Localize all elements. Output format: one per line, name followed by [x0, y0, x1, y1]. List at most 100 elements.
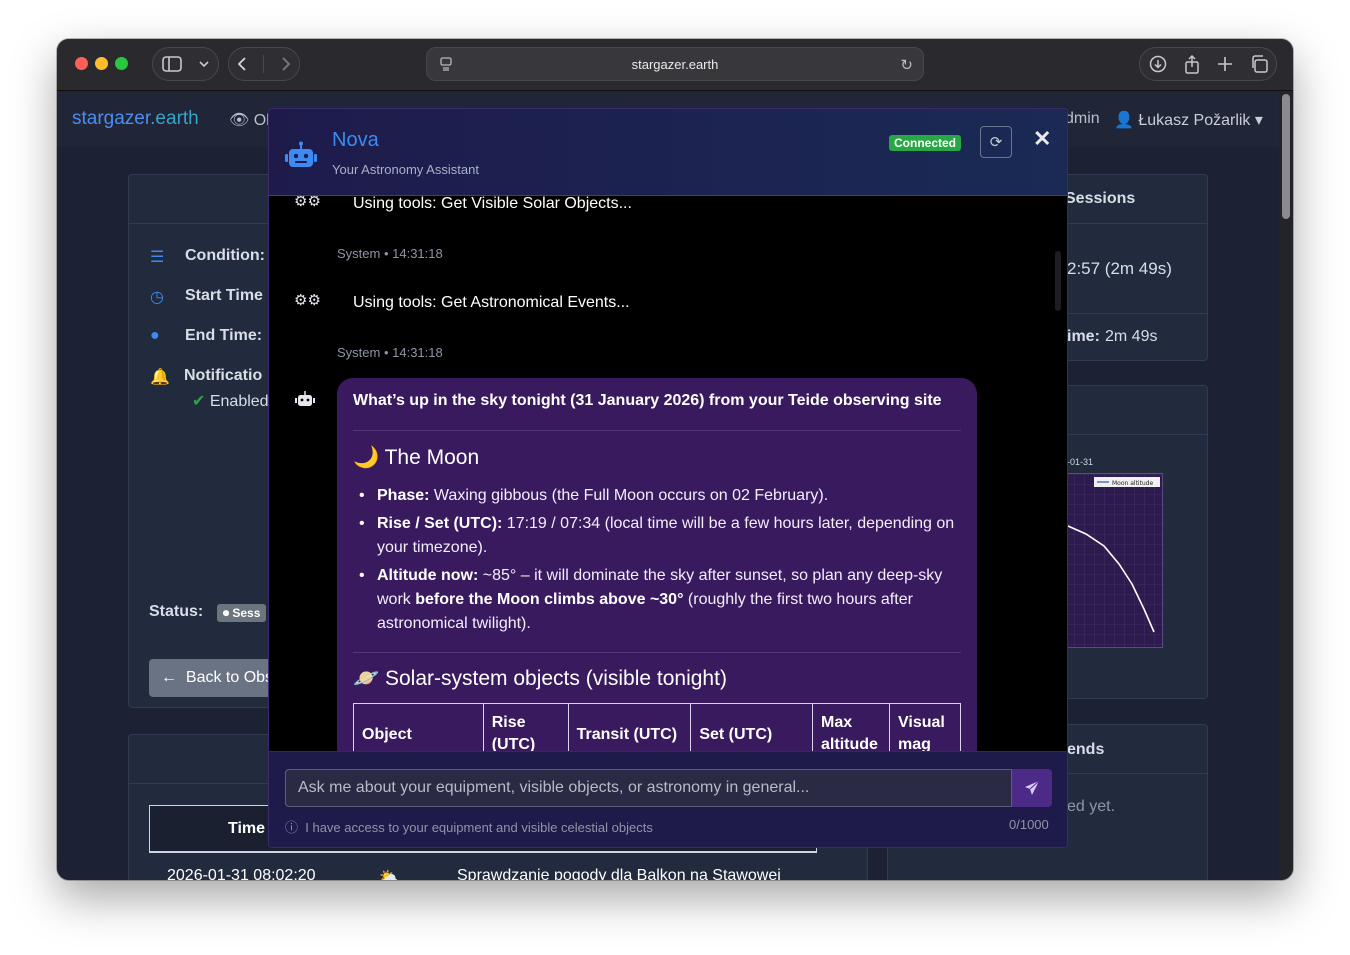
reply-divider	[353, 430, 961, 431]
user-icon: 👤	[1114, 112, 1134, 129]
caret-down-icon: ▾	[1254, 112, 1263, 129]
history-nav-group[interactable]	[228, 47, 300, 81]
tool-message-solar: Using tools: Get Visible Solar Objects..…	[353, 196, 632, 212]
chat-scroll-thumb[interactable]	[1055, 251, 1061, 311]
arrow-left-icon: ←	[161, 669, 177, 686]
site-brand-link[interactable]: stargazer.earth	[72, 108, 199, 130]
end-time-label: End Time:	[185, 327, 263, 344]
total-time-value: 2m 49s	[1105, 328, 1158, 345]
gears-icon: ⚙⚙	[294, 292, 321, 309]
chat-hint-text: I have access to your equipment and visi…	[305, 820, 653, 835]
sidebar-icon[interactable]	[161, 56, 182, 72]
trends-empty-text: ed yet.	[1067, 798, 1116, 815]
notifications-value: Enabled	[209, 393, 269, 410]
assistant-reply-bubble: What’s up in the sky tonight (31 January…	[337, 378, 977, 751]
back-arrow-icon[interactable]	[237, 56, 247, 72]
rise-set-label: Rise / Set (UTC):	[377, 515, 503, 532]
session-status-text: Sess	[232, 606, 261, 620]
reload-icon[interactable]: ↻	[900, 56, 913, 74]
time-column-header: Time	[228, 820, 266, 837]
connection-status-badge: Connected	[889, 135, 962, 151]
reply-divider	[353, 652, 961, 653]
robot-icon	[295, 391, 315, 406]
col-set: Set (UTC)	[690, 703, 814, 751]
phase-text: Waxing gibbous (the Full Moon occurs on …	[429, 487, 829, 504]
chart-date-label: -01-31	[1067, 457, 1094, 467]
bell-icon: 🔔	[150, 369, 170, 386]
reply-title: What’s up in the sky tonight (31 January…	[353, 392, 942, 409]
page-settings-icon[interactable]	[439, 57, 453, 74]
back-button-label: Back to Obs	[185, 669, 274, 686]
chat-message-input[interactable]	[285, 769, 1012, 807]
forward-arrow-icon[interactable]	[281, 56, 291, 72]
check-circle-icon: ✔	[192, 393, 206, 410]
tab-overview-icon[interactable]	[1250, 55, 1268, 73]
list-item: Altitude now: ~85° – it will dominate th…	[359, 564, 961, 636]
col-visual-mag: Visual mag	[889, 703, 961, 751]
chat-header: Nova Your Astronomy Assistant Connected …	[269, 109, 1067, 196]
solar-objects-table: Object Rise (UTC) Transit (UTC) Set (UTC…	[353, 703, 961, 751]
paper-plane-icon	[1025, 780, 1040, 795]
user-name: Łukasz Požarlik	[1138, 112, 1251, 129]
col-rise: Rise (UTC)	[482, 703, 569, 751]
chevron-down-icon[interactable]	[199, 60, 209, 68]
total-time-label: ime:	[1067, 328, 1100, 345]
address-bar[interactable]: stargazer.earth ↻	[426, 47, 924, 81]
refresh-chat-button[interactable]: ⟳	[980, 126, 1012, 158]
status-label: Status:	[149, 603, 204, 620]
start-time-label: Start Time	[185, 287, 263, 304]
altitude-emphasis: before the Moon climbs above ~30°	[415, 591, 684, 608]
session-duration: 2:57 (2m 49s)	[1067, 259, 1172, 278]
info-icon: ⏺	[223, 606, 230, 620]
list-item: Phase: Waxing gibbous (the Full Moon occ…	[359, 484, 961, 508]
col-object: Object	[353, 703, 484, 751]
clock-outline-icon: ◷	[150, 289, 164, 306]
chat-messages[interactable]: ⚙⚙ Using tools: Get Visible Solar Object…	[269, 196, 1067, 751]
activity-row-time: 2026-01-31 08:02:20	[167, 867, 316, 880]
trends-title: ends	[1067, 741, 1105, 758]
back-to-observations-button[interactable]: ← Back to Obs	[149, 659, 279, 697]
toolbar-actions-group	[1139, 47, 1277, 81]
page-scroll-thumb[interactable]	[1282, 94, 1290, 219]
new-tab-plus-icon[interactable]	[1217, 56, 1233, 72]
brand-tld: .earth	[150, 108, 199, 129]
solar-system-heading: 🪐 Solar-system objects (visible tonight)	[353, 667, 727, 690]
notifications-label: Notificatio	[184, 367, 263, 384]
close-window-button[interactable]	[75, 57, 88, 70]
activity-row-text: Sprawdzanie pogody dla Balkon na Stawowe…	[457, 867, 781, 880]
brand-main: stargazer	[72, 108, 151, 129]
close-chat-button[interactable]: ✕	[1033, 126, 1051, 152]
download-icon[interactable]	[1149, 55, 1167, 73]
info-circle-icon: ⓘ	[285, 820, 299, 835]
message-meta: System • 14:31:18	[337, 246, 443, 261]
eye-icon: 👁	[229, 112, 250, 129]
message-meta: System • 14:31:18	[337, 345, 443, 360]
astronomy-chat-panel: Nova Your Astronomy Assistant Connected …	[268, 108, 1068, 848]
minimize-window-button[interactable]	[95, 57, 108, 70]
sliders-icon: ☰	[150, 249, 165, 266]
clock-solid-icon: ●	[150, 327, 160, 344]
moon-heading: 🌙 The Moon	[353, 446, 480, 469]
robot-icon	[285, 141, 317, 167]
share-icon[interactable]	[1184, 54, 1200, 74]
user-menu-dropdown[interactable]: 👤 Łukasz Požarlik ▾	[1114, 110, 1263, 130]
close-icon: ✕	[1033, 126, 1052, 151]
moon-altitude-chart: Moon altitude	[1063, 473, 1164, 649]
session-status-badge: ⏺ Sess	[217, 604, 267, 622]
url-text[interactable]: stargazer.earth	[632, 57, 719, 72]
browser-titlebar: stargazer.earth ↻	[57, 39, 1293, 91]
nav-admin-link[interactable]: dmin	[1065, 110, 1100, 128]
table-header-row: Object Rise (UTC) Transit (UTC) Set (UTC…	[353, 703, 961, 751]
send-message-button[interactable]	[1012, 769, 1052, 807]
weather-icon: ⛅	[379, 869, 399, 880]
refresh-icon: ⟳	[989, 134, 1003, 151]
sessions-title: Sessions	[1065, 190, 1136, 207]
tool-message-events: Using tools: Get Astronomical Events...	[353, 294, 630, 311]
chat-hint: ⓘ I have access to your equipment and vi…	[285, 817, 653, 836]
sidebar-toggle-group[interactable]	[152, 47, 219, 81]
zoom-window-button[interactable]	[115, 57, 128, 70]
bot-subtitle: Your Astronomy Assistant	[332, 162, 479, 177]
col-transit: Transit (UTC)	[567, 703, 692, 751]
page-scrollbar[interactable]	[1279, 91, 1293, 880]
gears-icon: ⚙⚙	[294, 196, 321, 210]
